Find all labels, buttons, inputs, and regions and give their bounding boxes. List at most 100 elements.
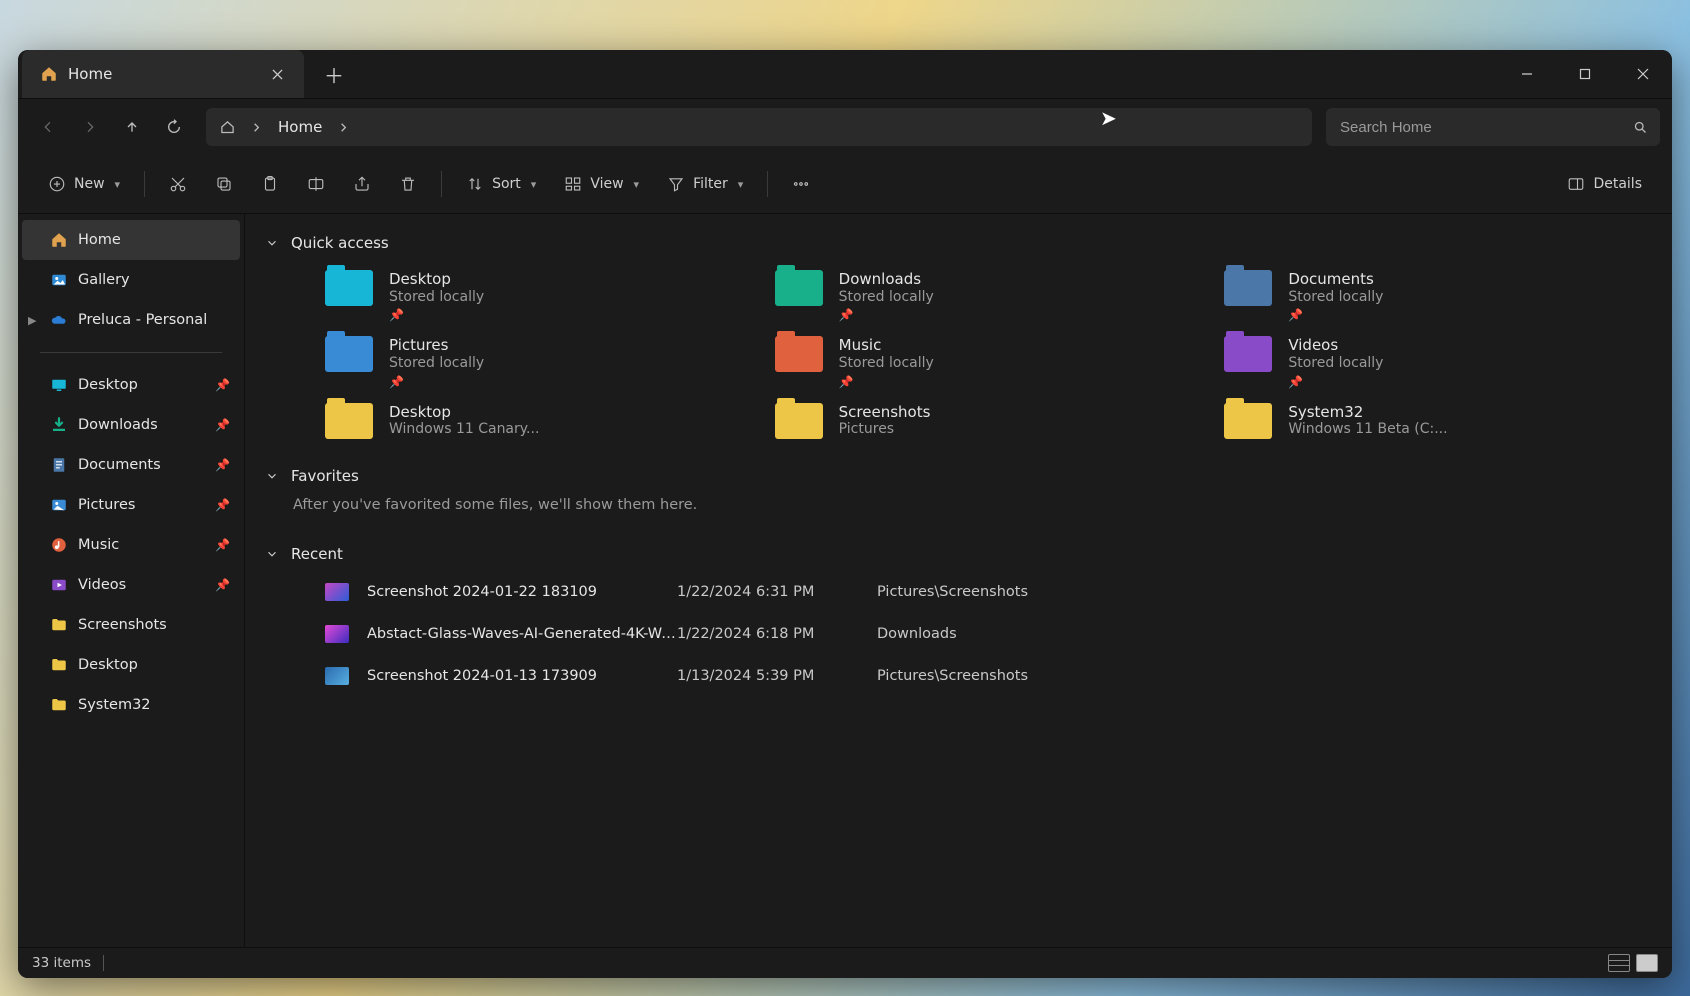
tab-close-button[interactable] [264, 61, 290, 87]
folder-icon [325, 403, 373, 439]
gallery-icon [50, 271, 68, 289]
details-pane-icon [1567, 175, 1585, 193]
quick-access-desktop[interactable]: DesktopWindows 11 Canary... [325, 403, 743, 439]
sidebar-item-gallery[interactable]: Gallery [22, 260, 240, 300]
quick-access-pictures[interactable]: PicturesStored locally📌 [325, 336, 743, 388]
minimize-button[interactable] [1498, 50, 1556, 98]
back-button[interactable] [30, 109, 66, 145]
sidebar-item-system32[interactable]: System32 [22, 685, 240, 725]
sidebar-item-videos[interactable]: Videos📌 [22, 565, 240, 605]
pin-icon: 📌 [389, 308, 484, 322]
sidebar-item-desktop[interactable]: Desktop [22, 645, 240, 685]
share-icon [353, 175, 371, 193]
status-bar: 33 items [18, 947, 1672, 978]
search-input[interactable] [1338, 118, 1625, 137]
sidebar-item-documents[interactable]: Documents📌 [22, 445, 240, 485]
home-icon [40, 65, 58, 83]
quick-access-documents[interactable]: DocumentsStored locally📌 [1224, 270, 1642, 322]
delete-button[interactable] [387, 167, 429, 201]
sidebar-item-music[interactable]: Music📌 [22, 525, 240, 565]
file-explorer-window: Home ＋ Home [18, 50, 1672, 978]
pin-icon: 📌 [215, 378, 230, 392]
folder-icon [325, 336, 373, 372]
maximize-button[interactable] [1556, 50, 1614, 98]
recent-item[interactable]: Screenshot 2024-01-22 1831091/22/2024 6:… [265, 571, 1652, 613]
quick-access-desktop[interactable]: DesktopStored locally📌 [325, 270, 743, 322]
sidebar-item-desktop[interactable]: Desktop📌 [22, 365, 240, 405]
quick-access-system32[interactable]: System32Windows 11 Beta (C:... [1224, 403, 1642, 439]
pin-icon: 📌 [839, 375, 934, 389]
chevron-down-icon [265, 469, 279, 483]
rename-button[interactable] [295, 167, 337, 201]
quick-access-downloads[interactable]: DownloadsStored locally📌 [775, 270, 1193, 322]
details-pane-button[interactable]: Details [1555, 167, 1654, 201]
thumbnail-icon [325, 625, 349, 643]
thumbnails-view-button[interactable] [1636, 954, 1658, 972]
pin-icon: 📌 [215, 458, 230, 472]
paste-button[interactable] [249, 167, 291, 201]
folder-icon [775, 403, 823, 439]
filter-button[interactable]: Filter▾ [655, 167, 755, 201]
sidebar-item-home[interactable]: Home [22, 220, 240, 260]
thumbnail-icon [325, 583, 349, 601]
new-tab-button[interactable]: ＋ [314, 60, 354, 89]
downloads-icon [50, 416, 68, 434]
folder-icon [775, 270, 823, 306]
folder-icon [325, 270, 373, 306]
quick-access-screenshots[interactable]: ScreenshotsPictures [775, 403, 1193, 439]
view-button[interactable]: View▾ [552, 167, 651, 201]
sidebar-item-pictures[interactable]: Pictures📌 [22, 485, 240, 525]
section-recent[interactable]: Recent [265, 537, 1652, 571]
section-favorites[interactable]: Favorites [265, 459, 1652, 493]
folder-icon [1224, 403, 1272, 439]
item-count: 33 items [32, 955, 91, 971]
up-button[interactable] [114, 109, 150, 145]
sidebar-item-downloads[interactable]: Downloads📌 [22, 405, 240, 445]
dots-icon [792, 175, 810, 193]
recent-item[interactable]: Screenshot 2024-01-13 1739091/13/2024 5:… [265, 655, 1652, 697]
breadcrumb-bar[interactable]: Home [206, 108, 1312, 146]
copy-icon [215, 175, 233, 193]
breadcrumb-home-icon [220, 120, 235, 135]
toolbar: New▾ Sort▾ View▾ Filter▾ Details [18, 155, 1672, 214]
folder-icon [50, 616, 68, 634]
sort-icon [466, 175, 484, 193]
share-button[interactable] [341, 167, 383, 201]
music-icon [50, 536, 68, 554]
tab-title: Home [68, 65, 112, 83]
cut-button[interactable] [157, 167, 199, 201]
plus-circle-icon [48, 175, 66, 193]
new-button[interactable]: New▾ [36, 167, 132, 201]
home-icon [50, 231, 68, 249]
sort-button[interactable]: Sort▾ [454, 167, 548, 201]
quick-access-videos[interactable]: VideosStored locally📌 [1224, 336, 1642, 388]
sidebar-item-preluca-personal[interactable]: ▶Preluca - Personal [22, 300, 240, 340]
filter-icon [667, 175, 685, 193]
window-controls [1498, 50, 1672, 98]
breadcrumb-location[interactable]: Home [278, 118, 322, 136]
section-quick-access[interactable]: Quick access [265, 226, 1652, 260]
sidebar-item-screenshots[interactable]: Screenshots [22, 605, 240, 645]
paste-icon [261, 175, 279, 193]
refresh-button[interactable] [156, 109, 192, 145]
quick-access-music[interactable]: MusicStored locally📌 [775, 336, 1193, 388]
recent-item[interactable]: Abstact-Glass-Waves-AI-Generated-4K-Wal.… [265, 613, 1652, 655]
details-view-button[interactable] [1608, 954, 1630, 972]
pin-icon: 📌 [1288, 308, 1383, 322]
pin-icon: 📌 [839, 308, 934, 322]
pin-icon: 📌 [215, 578, 230, 592]
more-button[interactable] [780, 167, 822, 201]
titlebar: Home ＋ [18, 50, 1672, 99]
nav-row: Home [18, 99, 1672, 155]
copy-button[interactable] [203, 167, 245, 201]
tab-home[interactable]: Home [22, 50, 304, 98]
search-box[interactable] [1326, 108, 1660, 146]
rename-icon [307, 175, 325, 193]
folder-icon [50, 656, 68, 674]
desktop-icon [50, 376, 68, 394]
folder-icon [1224, 336, 1272, 372]
forward-button[interactable] [72, 109, 108, 145]
view-icon [564, 175, 582, 193]
close-button[interactable] [1614, 50, 1672, 98]
pin-icon: 📌 [215, 418, 230, 432]
